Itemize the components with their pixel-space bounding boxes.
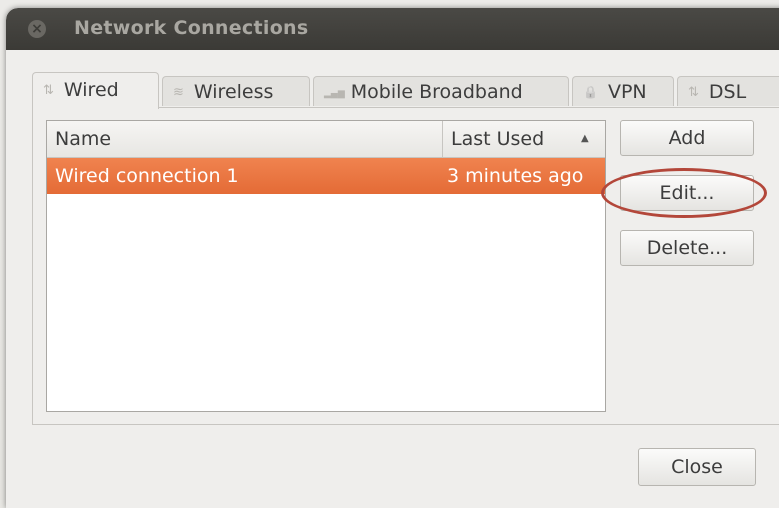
signal-bars-icon: ▂▄▆	[324, 89, 345, 99]
list-header: Name Last Used ▲	[47, 121, 605, 158]
connection-last-used: 3 minutes ago	[447, 165, 584, 187]
lock-icon: 🔒	[583, 85, 598, 99]
column-header-last-used[interactable]: Last Used	[451, 121, 544, 157]
tab-wired[interactable]: ⇅ Wired	[32, 72, 159, 109]
title-bar: × Network Connections	[6, 8, 779, 50]
list-item[interactable]: Wired connection 1 3 minutes ago	[47, 158, 605, 194]
edit-button[interactable]: Edit...	[620, 175, 754, 211]
tab-bar: ⇅ Wired ≋ Wireless ▂▄▆ Mobile Broadband 🔒 VP…	[32, 72, 779, 109]
tab-dsl[interactable]: ⇅ DSL	[677, 76, 779, 106]
wired-network-icon: ⇅	[43, 83, 54, 98]
tab-label: Mobile Broadband	[350, 81, 523, 103]
network-connections-window: × Network Connections ⇅ Wired ≋ Wireless ▂…	[6, 8, 779, 508]
tab-label: Wireless	[193, 81, 274, 103]
add-button[interactable]: Add	[620, 120, 754, 156]
connection-name: Wired connection 1	[55, 165, 239, 187]
window-close-icon[interactable]: ×	[28, 20, 46, 38]
tab-vpn[interactable]: 🔒 VPN	[572, 76, 674, 106]
tab-label: VPN	[607, 81, 647, 103]
dialog-content: ⇅ Wired ≋ Wireless ▂▄▆ Mobile Broadband 🔒 VP…	[6, 50, 779, 508]
connection-list[interactable]: Name Last Used ▲ Wired connection 1 3 mi…	[46, 120, 606, 412]
tab-mobile-broadband[interactable]: ▂▄▆ Mobile Broadband	[313, 76, 569, 106]
tab-label: DSL	[708, 81, 747, 103]
close-button[interactable]: Close	[638, 448, 756, 486]
sort-ascending-icon: ▲	[581, 133, 589, 144]
column-header-name[interactable]: Name	[55, 121, 111, 157]
wireless-icon: ≋	[173, 85, 184, 100]
delete-button[interactable]: Delete...	[620, 230, 754, 266]
window-title: Network Connections	[74, 17, 309, 39]
column-divider[interactable]	[442, 121, 443, 157]
tab-wireless[interactable]: ≋ Wireless	[162, 76, 310, 106]
tab-label: Wired	[63, 79, 119, 101]
tab-panel-wired: Name Last Used ▲ Wired connection 1 3 mi…	[32, 107, 779, 425]
dsl-icon: ⇅	[688, 85, 699, 100]
